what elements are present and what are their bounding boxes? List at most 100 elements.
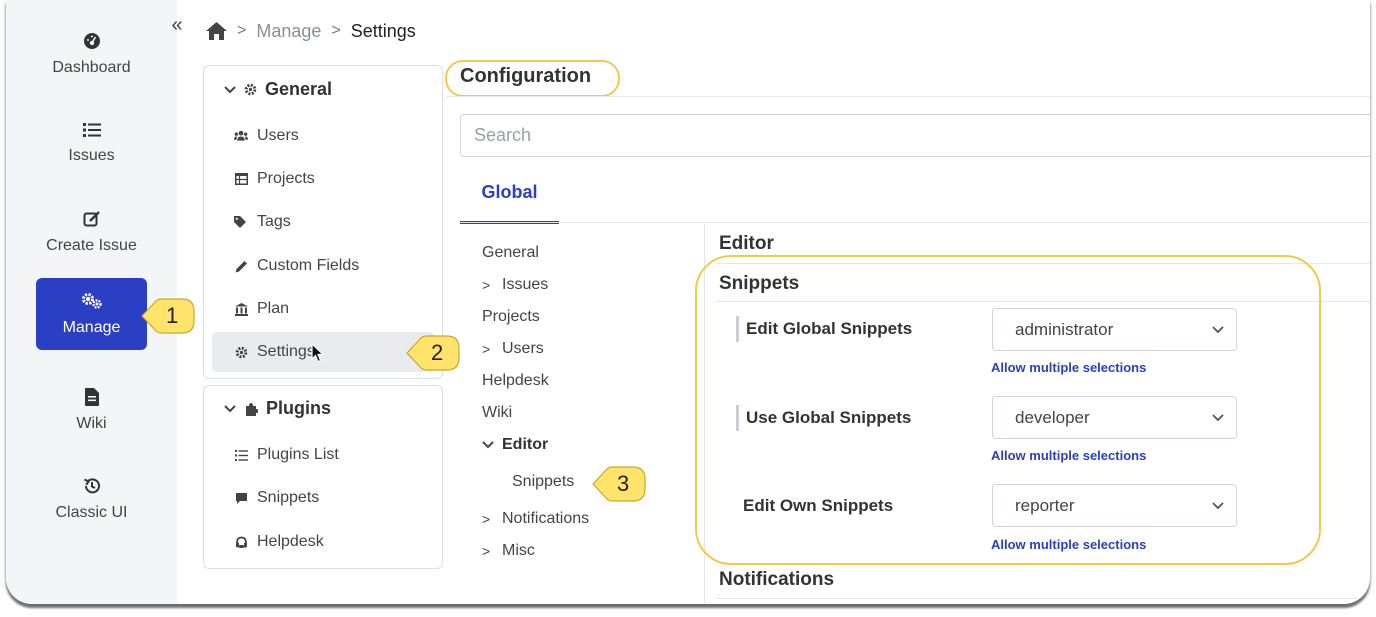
callout-2: 2 bbox=[405, 334, 461, 372]
divider bbox=[446, 96, 1370, 97]
general-panel: General Users Projects Tags Custom Field… bbox=[203, 65, 443, 379]
plugins-panel-header[interactable]: Plugins bbox=[224, 398, 331, 419]
mouse-cursor-icon bbox=[311, 343, 325, 363]
panel-item-label: Snippets bbox=[257, 489, 320, 506]
panel-item-label: Settings bbox=[257, 343, 315, 360]
tree-item-label: Projects bbox=[482, 308, 540, 325]
panel-item-label: Plan bbox=[257, 300, 290, 317]
panel-item-tags[interactable]: Tags bbox=[212, 202, 434, 242]
section-title-editor: Editor bbox=[719, 233, 774, 254]
plugins-panel: Plugins Plugins List Snippets Helpdesk bbox=[203, 385, 443, 569]
panel-item-label: Plugins List bbox=[257, 446, 339, 463]
panel-item-custom-fields[interactable]: Custom Fields bbox=[212, 246, 434, 286]
gear-icon bbox=[244, 83, 257, 96]
support-icon bbox=[234, 535, 248, 549]
gear-icon bbox=[234, 345, 248, 359]
chevron-down-icon bbox=[482, 441, 494, 449]
puzzle-icon bbox=[246, 402, 258, 416]
bank-icon bbox=[234, 302, 248, 316]
panel-item-label: Projects bbox=[257, 170, 315, 187]
section-title-notifications: Notifications bbox=[719, 569, 835, 590]
panel-item-snippets[interactable]: Snippets bbox=[212, 478, 434, 518]
nav-item-manage[interactable]: Manage bbox=[36, 278, 147, 350]
tree-item-label: Issues bbox=[502, 276, 549, 293]
tree-item-general[interactable]: General bbox=[482, 244, 539, 262]
nav-item-dashboard[interactable]: Dashboard bbox=[36, 18, 147, 90]
nav-label-dashboard: Dashboard bbox=[52, 58, 131, 76]
general-panel-header[interactable]: General bbox=[224, 79, 332, 100]
panel-item-label: Tags bbox=[257, 213, 291, 230]
chevron-right-icon: > bbox=[482, 511, 491, 527]
tree-item-label: Snippets bbox=[512, 473, 575, 490]
chevron-right-icon: > bbox=[482, 277, 491, 293]
panel-item-plan[interactable]: Plan bbox=[212, 289, 434, 329]
nav-label-issues: Issues bbox=[68, 146, 115, 164]
tree-item-misc[interactable]: > Misc bbox=[482, 542, 535, 560]
tags-icon bbox=[234, 215, 248, 229]
cogs-icon bbox=[81, 292, 102, 309]
highlight-snippets bbox=[695, 255, 1321, 565]
comment-icon bbox=[234, 491, 248, 505]
nav-label-classic-ui: Classic UI bbox=[55, 503, 128, 521]
highlight-configuration bbox=[445, 60, 620, 97]
dashboard-icon bbox=[83, 32, 100, 49]
users-icon bbox=[234, 129, 248, 143]
panel-item-users[interactable]: Users bbox=[212, 116, 434, 156]
panel-item-label: Custom Fields bbox=[257, 257, 360, 274]
divider bbox=[460, 222, 1370, 223]
document-icon bbox=[84, 387, 99, 406]
tree-item-users[interactable]: > Users bbox=[482, 340, 544, 358]
tree-item-projects[interactable]: Projects bbox=[482, 308, 540, 326]
tree-item-label: Misc bbox=[502, 542, 535, 559]
tree-item-wiki[interactable]: Wiki bbox=[482, 404, 512, 422]
search-input[interactable] bbox=[460, 114, 1370, 157]
tree-item-editor[interactable]: Editor bbox=[482, 436, 548, 454]
nav-label-create-issue: Create Issue bbox=[46, 236, 137, 254]
tree-item-label: Editor bbox=[502, 436, 549, 453]
tree-item-notifications[interactable]: > Notifications bbox=[482, 510, 589, 528]
table-icon bbox=[234, 172, 248, 186]
home-icon[interactable] bbox=[206, 22, 227, 40]
nav-label-manage: Manage bbox=[62, 318, 121, 336]
panel-item-label: Users bbox=[257, 127, 299, 144]
list-icon bbox=[234, 448, 248, 462]
tree-item-label: General bbox=[482, 244, 539, 261]
callout-number: 3 bbox=[617, 471, 630, 496]
callout-1: 1 bbox=[140, 297, 196, 335]
nav-item-create-issue[interactable]: Create Issue bbox=[36, 196, 147, 268]
nav-item-issues[interactable]: Issues bbox=[36, 107, 147, 179]
history-icon bbox=[83, 477, 100, 493]
edit-icon bbox=[83, 210, 100, 226]
panel-item-projects[interactable]: Projects bbox=[212, 159, 434, 199]
tree-item-label: Notifications bbox=[502, 510, 590, 527]
tab-global[interactable]: Global bbox=[460, 180, 559, 224]
tree-item-snippets[interactable]: Snippets bbox=[512, 473, 574, 491]
panel-item-helpdesk[interactable]: Helpdesk bbox=[212, 522, 434, 562]
chevron-down-icon bbox=[224, 404, 236, 412]
tree-item-helpdesk[interactable]: Helpdesk bbox=[482, 372, 549, 390]
breadcrumb-separator: > bbox=[331, 22, 341, 39]
breadcrumb: > Manage > Settings bbox=[206, 20, 416, 42]
nav-label-wiki: Wiki bbox=[76, 414, 107, 432]
callout-number: 1 bbox=[166, 303, 179, 328]
divider bbox=[716, 598, 1370, 599]
nav-item-wiki[interactable]: Wiki bbox=[36, 374, 147, 446]
chevron-right-icon: > bbox=[482, 543, 491, 559]
app-window: Dashboard Issues Create Issue Manage Wik… bbox=[6, 0, 1370, 604]
tree-item-label: Wiki bbox=[482, 404, 513, 421]
plugins-panel-title: Plugins bbox=[266, 398, 332, 418]
chevron-right-icon: > bbox=[482, 341, 491, 357]
tree-item-issues[interactable]: > Issues bbox=[482, 276, 548, 294]
panel-item-label: Helpdesk bbox=[257, 533, 324, 550]
collapse-sidebar-button[interactable]: « bbox=[166, 14, 188, 36]
breadcrumb-manage[interactable]: Manage bbox=[256, 21, 321, 42]
callout-3: 3 bbox=[591, 465, 647, 503]
chevron-down-icon bbox=[224, 85, 236, 93]
tree-item-label: Users bbox=[502, 340, 544, 357]
callout-number: 2 bbox=[431, 340, 444, 365]
nav-item-classic-ui[interactable]: Classic UI bbox=[36, 463, 147, 535]
tree-item-label: Helpdesk bbox=[482, 372, 549, 389]
pencil-icon bbox=[234, 259, 248, 273]
panel-item-plugins-list[interactable]: Plugins List bbox=[212, 435, 434, 475]
breadcrumb-separator: > bbox=[237, 22, 247, 39]
